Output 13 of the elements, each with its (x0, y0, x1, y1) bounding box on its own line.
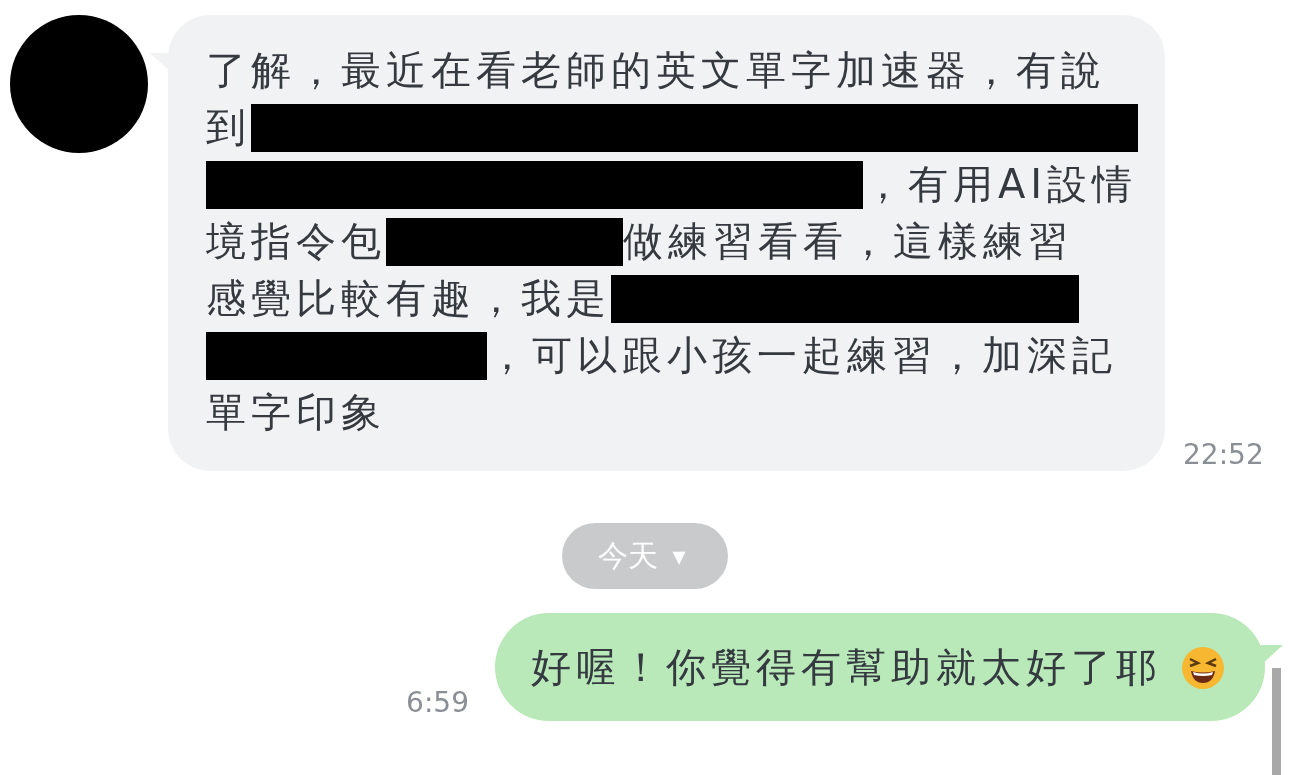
message-text: 單字印象 (206, 388, 386, 437)
message-text: 好喔！你覺得有幫助就太好了耶 (531, 643, 1161, 692)
message-text: 了解，最近在看老師的英文單字加速器，有說 (206, 46, 1106, 95)
message-text: 到 (206, 103, 251, 152)
message-time: 6:59 (406, 686, 469, 719)
scrollbar[interactable] (1272, 668, 1281, 775)
message-time: 22:52 (1183, 438, 1264, 471)
message-text: 境指令包 (206, 217, 386, 266)
message-text: ，可以跟小孩一起練習，加深記 (487, 331, 1117, 380)
message-text: ，有用AI設情 (863, 160, 1138, 209)
message-text: 做練習看看，這樣練習 (623, 217, 1073, 266)
laughing-face-icon (1181, 645, 1225, 690)
message-text: 感覺比較有趣，我是 (206, 274, 611, 323)
